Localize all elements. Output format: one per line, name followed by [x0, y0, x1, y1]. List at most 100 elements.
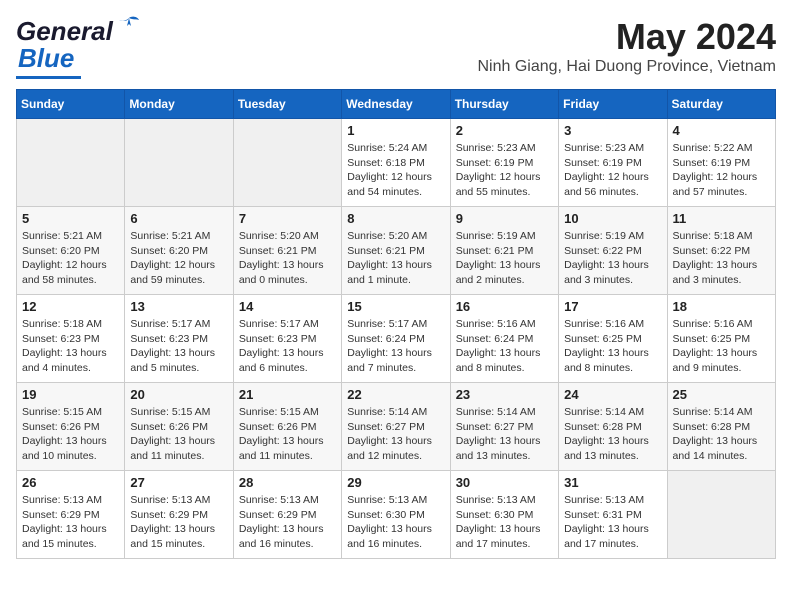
day-number: 4 — [673, 123, 770, 138]
day-info: Sunrise: 5:13 AM Sunset: 6:29 PM Dayligh… — [22, 493, 119, 552]
day-number: 25 — [673, 387, 770, 402]
calendar-cell: 4 Sunrise: 5:22 AM Sunset: 6:19 PM Daylig… — [667, 119, 775, 207]
day-info: Sunrise: 5:15 AM Sunset: 6:26 PM Dayligh… — [22, 405, 119, 464]
day-header-saturday: Saturday — [667, 90, 775, 119]
day-number: 2 — [456, 123, 553, 138]
calendar-table: SundayMondayTuesdayWednesdayThursdayFrid… — [16, 89, 776, 559]
calendar-header: SundayMondayTuesdayWednesdayThursdayFrid… — [17, 90, 776, 119]
week-row-3: 12 Sunrise: 5:18 AM Sunset: 6:23 PM Dayli… — [17, 295, 776, 383]
calendar-cell: 24 Sunrise: 5:14 AM Sunset: 6:28 PM Dayli… — [559, 383, 667, 471]
calendar-cell: 22 Sunrise: 5:14 AM Sunset: 6:27 PM Dayli… — [342, 383, 450, 471]
title-section: May 2024 Ninh Giang, Hai Duong Province,… — [477, 16, 776, 76]
logo-underline — [16, 76, 81, 79]
calendar-cell — [17, 119, 125, 207]
days-of-week-row: SundayMondayTuesdayWednesdayThursdayFrid… — [17, 90, 776, 119]
calendar-cell: 3 Sunrise: 5:23 AM Sunset: 6:19 PM Daylig… — [559, 119, 667, 207]
week-row-1: 1 Sunrise: 5:24 AM Sunset: 6:18 PM Daylig… — [17, 119, 776, 207]
day-info: Sunrise: 5:13 AM Sunset: 6:29 PM Dayligh… — [130, 493, 227, 552]
logo-bird-icon — [115, 16, 143, 40]
calendar-body: 1 Sunrise: 5:24 AM Sunset: 6:18 PM Daylig… — [17, 119, 776, 559]
day-info: Sunrise: 5:22 AM Sunset: 6:19 PM Dayligh… — [673, 141, 770, 200]
day-header-monday: Monday — [125, 90, 233, 119]
day-info: Sunrise: 5:16 AM Sunset: 6:25 PM Dayligh… — [564, 317, 661, 376]
day-header-tuesday: Tuesday — [233, 90, 341, 119]
day-info: Sunrise: 5:14 AM Sunset: 6:28 PM Dayligh… — [673, 405, 770, 464]
calendar-cell: 19 Sunrise: 5:15 AM Sunset: 6:26 PM Dayli… — [17, 383, 125, 471]
day-header-wednesday: Wednesday — [342, 90, 450, 119]
day-number: 1 — [347, 123, 444, 138]
month-year-title: May 2024 — [477, 16, 776, 58]
day-info: Sunrise: 5:24 AM Sunset: 6:18 PM Dayligh… — [347, 141, 444, 200]
day-number: 15 — [347, 299, 444, 314]
day-number: 10 — [564, 211, 661, 226]
day-header-sunday: Sunday — [17, 90, 125, 119]
calendar-cell: 15 Sunrise: 5:17 AM Sunset: 6:24 PM Dayli… — [342, 295, 450, 383]
day-number: 26 — [22, 475, 119, 490]
day-info: Sunrise: 5:17 AM Sunset: 6:24 PM Dayligh… — [347, 317, 444, 376]
day-info: Sunrise: 5:13 AM Sunset: 6:30 PM Dayligh… — [456, 493, 553, 552]
calendar-cell: 21 Sunrise: 5:15 AM Sunset: 6:26 PM Dayli… — [233, 383, 341, 471]
day-number: 8 — [347, 211, 444, 226]
week-row-4: 19 Sunrise: 5:15 AM Sunset: 6:26 PM Dayli… — [17, 383, 776, 471]
calendar-cell: 25 Sunrise: 5:14 AM Sunset: 6:28 PM Dayli… — [667, 383, 775, 471]
calendar-cell — [667, 471, 775, 559]
day-info: Sunrise: 5:17 AM Sunset: 6:23 PM Dayligh… — [239, 317, 336, 376]
day-info: Sunrise: 5:20 AM Sunset: 6:21 PM Dayligh… — [239, 229, 336, 288]
day-info: Sunrise: 5:23 AM Sunset: 6:19 PM Dayligh… — [564, 141, 661, 200]
day-number: 7 — [239, 211, 336, 226]
day-number: 18 — [673, 299, 770, 314]
calendar-cell: 17Sunrise: 5:16 AM Sunset: 6:25 PM Dayli… — [559, 295, 667, 383]
day-info: Sunrise: 5:16 AM Sunset: 6:24 PM Dayligh… — [456, 317, 553, 376]
day-info: Sunrise: 5:15 AM Sunset: 6:26 PM Dayligh… — [239, 405, 336, 464]
day-number: 5 — [22, 211, 119, 226]
day-number: 12 — [22, 299, 119, 314]
week-row-2: 5Sunrise: 5:21 AM Sunset: 6:20 PM Daylig… — [17, 207, 776, 295]
calendar-cell: 5Sunrise: 5:21 AM Sunset: 6:20 PM Daylig… — [17, 207, 125, 295]
calendar-cell — [125, 119, 233, 207]
day-info: Sunrise: 5:23 AM Sunset: 6:19 PM Dayligh… — [456, 141, 553, 200]
calendar-cell — [233, 119, 341, 207]
day-info: Sunrise: 5:18 AM Sunset: 6:23 PM Dayligh… — [22, 317, 119, 376]
day-number: 22 — [347, 387, 444, 402]
day-info: Sunrise: 5:19 AM Sunset: 6:22 PM Dayligh… — [564, 229, 661, 288]
day-info: Sunrise: 5:15 AM Sunset: 6:26 PM Dayligh… — [130, 405, 227, 464]
day-number: 24 — [564, 387, 661, 402]
calendar-cell: 23Sunrise: 5:14 AM Sunset: 6:27 PM Dayli… — [450, 383, 558, 471]
day-number: 27 — [130, 475, 227, 490]
calendar-cell: 14 Sunrise: 5:17 AM Sunset: 6:23 PM Dayli… — [233, 295, 341, 383]
calendar-cell: 7 Sunrise: 5:20 AM Sunset: 6:21 PM Daylig… — [233, 207, 341, 295]
day-info: Sunrise: 5:17 AM Sunset: 6:23 PM Dayligh… — [130, 317, 227, 376]
day-number: 29 — [347, 475, 444, 490]
day-number: 14 — [239, 299, 336, 314]
day-number: 13 — [130, 299, 227, 314]
day-number: 28 — [239, 475, 336, 490]
calendar-cell: 8 Sunrise: 5:20 AM Sunset: 6:21 PM Daylig… — [342, 207, 450, 295]
calendar-cell: 31 Sunrise: 5:13 AM Sunset: 6:31 PM Dayli… — [559, 471, 667, 559]
day-number: 19 — [22, 387, 119, 402]
calendar-cell: 26 Sunrise: 5:13 AM Sunset: 6:29 PM Dayli… — [17, 471, 125, 559]
day-number: 30 — [456, 475, 553, 490]
calendar-cell: 10 Sunrise: 5:19 AM Sunset: 6:22 PM Dayli… — [559, 207, 667, 295]
calendar-cell: 9Sunrise: 5:19 AM Sunset: 6:21 PM Daylig… — [450, 207, 558, 295]
day-number: 3 — [564, 123, 661, 138]
day-info: Sunrise: 5:19 AM Sunset: 6:21 PM Dayligh… — [456, 229, 553, 288]
day-number: 6 — [130, 211, 227, 226]
calendar-cell: 2 Sunrise: 5:23 AM Sunset: 6:19 PM Daylig… — [450, 119, 558, 207]
page-header: General Blue May 2024 Ninh Giang, Hai Du… — [16, 16, 776, 79]
calendar-cell: 11Sunrise: 5:18 AM Sunset: 6:22 PM Dayli… — [667, 207, 775, 295]
day-info: Sunrise: 5:16 AM Sunset: 6:25 PM Dayligh… — [673, 317, 770, 376]
day-info: Sunrise: 5:14 AM Sunset: 6:27 PM Dayligh… — [347, 405, 444, 464]
calendar-cell: 29 Sunrise: 5:13 AM Sunset: 6:30 PM Dayli… — [342, 471, 450, 559]
day-info: Sunrise: 5:14 AM Sunset: 6:28 PM Dayligh… — [564, 405, 661, 464]
day-info: Sunrise: 5:20 AM Sunset: 6:21 PM Dayligh… — [347, 229, 444, 288]
day-info: Sunrise: 5:13 AM Sunset: 6:30 PM Dayligh… — [347, 493, 444, 552]
day-number: 21 — [239, 387, 336, 402]
calendar-cell: 30 Sunrise: 5:13 AM Sunset: 6:30 PM Dayli… — [450, 471, 558, 559]
calendar-cell: 18 Sunrise: 5:16 AM Sunset: 6:25 PM Dayli… — [667, 295, 775, 383]
day-number: 31 — [564, 475, 661, 490]
week-row-5: 26 Sunrise: 5:13 AM Sunset: 6:29 PM Dayli… — [17, 471, 776, 559]
day-header-friday: Friday — [559, 90, 667, 119]
logo: General Blue — [16, 16, 143, 79]
day-info: Sunrise: 5:13 AM Sunset: 6:31 PM Dayligh… — [564, 493, 661, 552]
calendar-cell: 6Sunrise: 5:21 AM Sunset: 6:20 PM Daylig… — [125, 207, 233, 295]
